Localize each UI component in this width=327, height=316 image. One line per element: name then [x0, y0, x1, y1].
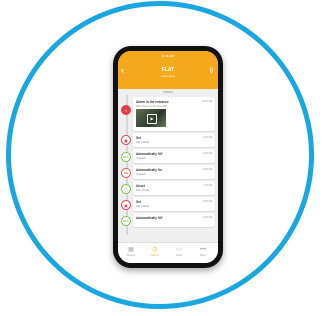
event-subtitle: Flat • Alarm in the Entrance	[136, 104, 168, 108]
event-title: Automatically On	[136, 168, 163, 172]
video-thumbnail[interactable]: ▶	[136, 109, 166, 127]
event-subtitle: Irrigation	[136, 156, 147, 160]
top-app-bar: 9:41 AM ‹ FLAT Automation ⊽	[118, 51, 218, 89]
unlock-icon: ◻	[121, 184, 131, 194]
event-time: 7:20 AM	[203, 184, 212, 187]
event-time: 10:20 AM	[201, 100, 212, 103]
bottom-tab-bar: ▦ Devices ◷ Events ▭ Video ••• More	[118, 242, 218, 263]
phone-frame: 9:41 AM ‹ FLAT Automation ⊽ TODAY ! Alar…	[113, 46, 223, 268]
play-icon[interactable]: ▶	[147, 114, 157, 124]
event-title: Automatically Off	[136, 216, 163, 220]
event-row[interactable]: Set Flat • Mode 9:40 AM	[133, 133, 215, 147]
event-time: 6:00 AM	[203, 216, 212, 219]
tab-label: Video	[175, 254, 183, 257]
lock-icon: ▣	[121, 200, 131, 210]
timeline-line	[126, 95, 128, 235]
event-title: Automatically Off	[136, 152, 163, 156]
event-row[interactable]: Automatically On Irrigation 8:00 AM	[133, 165, 215, 179]
event-time: 8:00 AM	[203, 168, 212, 171]
event-title: Set	[136, 136, 141, 140]
event-time: 9:00 AM	[203, 152, 212, 155]
event-title: Alarm in the entrance	[136, 100, 169, 104]
alarm-icon: !	[121, 105, 131, 115]
off-icon: OFF	[121, 216, 131, 226]
event-time: 9:40 AM	[203, 136, 212, 139]
camera-icon: ▭	[176, 247, 182, 253]
tab-label: Devices	[126, 254, 136, 257]
event-title: Unset	[136, 184, 145, 188]
filter-icon[interactable]: ⊽	[209, 67, 214, 75]
event-subtitle: Irrigation	[136, 172, 147, 176]
app-screen: 9:41 AM ‹ FLAT Automation ⊽ TODAY ! Alar…	[118, 51, 218, 263]
event-subtitle: Flat • Mode	[136, 204, 150, 208]
grid-icon: ▦	[128, 247, 134, 253]
navigation-row: ‹ FLAT Automation ⊽	[118, 61, 218, 87]
clock-icon: ◷	[152, 247, 158, 253]
page-title: FLAT	[161, 67, 175, 73]
event-row[interactable]: Alarm in the entrance Flat • Alarm in th…	[133, 97, 215, 131]
event-subtitle: Flat • Mode	[136, 188, 150, 192]
status-bar: 9:41 AM	[118, 51, 218, 60]
event-row[interactable]: Unset Flat • Mode 7:20 AM	[133, 181, 215, 195]
tab-events[interactable]: ◷ Events	[144, 246, 166, 257]
on-icon: ON	[121, 168, 131, 178]
lock-icon: ▣	[121, 135, 131, 145]
event-row[interactable]: Automatically Off 6:00 AM	[133, 213, 215, 227]
event-title: Set	[136, 200, 141, 204]
off-icon: OFF	[121, 152, 131, 162]
page-subtitle: Automation	[160, 74, 176, 78]
event-row[interactable]: Set Flat • Mode 6:50 AM	[133, 197, 215, 211]
event-subtitle: Flat • Mode	[136, 140, 150, 144]
section-label: TODAY	[162, 90, 174, 94]
status-time: 9:41 AM	[162, 54, 174, 58]
event-time: 6:50 AM	[203, 200, 212, 203]
more-icon: •••	[199, 247, 207, 253]
event-row[interactable]: Automatically Off Irrigation 9:00 AM	[133, 149, 215, 163]
tab-label: More	[200, 254, 206, 257]
tab-video[interactable]: ▭ Video	[168, 246, 190, 257]
tab-more[interactable]: ••• More	[192, 246, 214, 257]
tab-label: Events	[151, 254, 159, 257]
tab-devices[interactable]: ▦ Devices	[120, 246, 142, 257]
